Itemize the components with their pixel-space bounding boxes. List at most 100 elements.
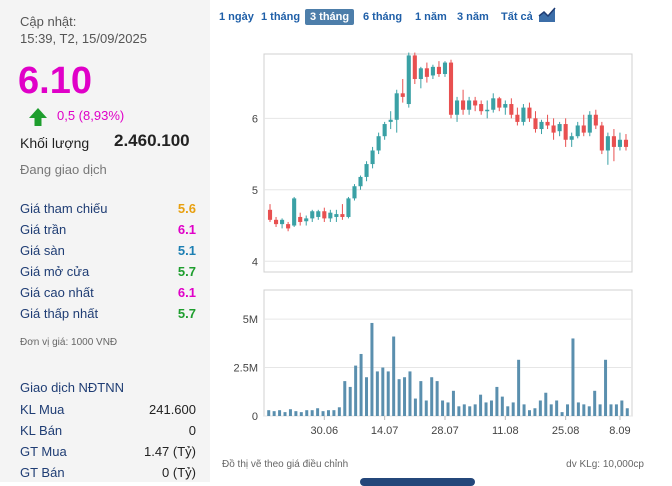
volume-bar — [495, 386, 499, 416]
candle-body — [382, 124, 387, 137]
candle-body — [358, 176, 363, 187]
foreign-row-value: 0 — [188, 423, 196, 438]
candle-body — [352, 186, 357, 199]
volume-bar — [544, 392, 548, 416]
price-row-value: 5.7 — [177, 306, 196, 321]
foreign-row-label: KL Bán — [20, 423, 63, 438]
volume-bar — [555, 400, 559, 416]
price-change: 0,5 (8,93%) — [57, 108, 125, 123]
candle-body — [527, 107, 532, 119]
price-tick-label: 6 — [252, 113, 258, 125]
x-tick-label: 30.06 — [311, 425, 339, 437]
chart-type-icon[interactable] — [538, 7, 556, 23]
foreign-row-value: 1.47 (Tỷ) — [143, 444, 196, 459]
candle-body — [467, 100, 472, 110]
candle-body — [599, 125, 604, 151]
candle-body — [370, 150, 375, 165]
volume-bar — [288, 409, 292, 416]
volume-bar — [566, 404, 570, 416]
candle-body — [286, 224, 291, 229]
foreign-row-value: 241.600 — [149, 402, 196, 417]
candle-body — [406, 55, 411, 105]
candle-body — [280, 219, 285, 225]
volume-bar — [462, 404, 466, 416]
price-row-value: 6.1 — [177, 222, 196, 237]
tab-3-months[interactable]: 3 tháng — [305, 9, 355, 25]
candle-body — [623, 139, 629, 147]
candle-body — [376, 136, 381, 151]
candle-body — [273, 219, 279, 225]
volume-bar — [560, 412, 564, 416]
chart-note-volume-unit: dv KLg: 10,000cp — [566, 459, 644, 470]
x-tick-label: 25.08 — [552, 425, 580, 437]
x-tick-label: 28.07 — [431, 425, 459, 437]
candle-body — [346, 198, 351, 217]
tab-6-months[interactable]: 6 tháng — [358, 9, 407, 25]
candle-body — [442, 62, 448, 75]
volume-bar — [278, 410, 282, 416]
volume-bar — [299, 412, 303, 416]
volume-bar — [435, 381, 439, 416]
price-panel: 4 5 6 — [252, 52, 633, 273]
candle-body — [581, 125, 586, 133]
candle-body — [267, 209, 273, 220]
volume-bar — [604, 359, 608, 416]
candle-body — [310, 211, 315, 219]
volume-bar — [392, 336, 396, 416]
volume-bar — [538, 400, 542, 416]
foreign-row-label: GT Mua — [20, 444, 67, 459]
candle-body — [551, 125, 556, 133]
candle-body — [569, 136, 574, 140]
x-axis: 30.06 14.07 28.07 11.08 25.08 8.09 — [311, 416, 631, 437]
candle-body — [563, 124, 568, 140]
candle-body — [400, 93, 405, 97]
price-row-label: Giá mở cửa — [20, 264, 90, 279]
current-price: 6.10 — [18, 60, 92, 102]
price-row-label: Giá cao nhất — [20, 285, 94, 300]
volume-value: 2.460.100 — [114, 131, 190, 150]
volume-bar — [337, 407, 341, 416]
price-tick-label: 5 — [252, 185, 258, 197]
candle-body — [521, 107, 526, 122]
volume-bar — [272, 411, 276, 416]
volume-bar — [571, 338, 575, 416]
volume-bar — [527, 410, 531, 416]
volume-bar — [359, 353, 363, 416]
tab-1-year[interactable]: 1 năm — [410, 9, 452, 25]
candle-body — [412, 55, 417, 80]
candle-body — [617, 139, 623, 147]
volume-bar — [332, 410, 336, 416]
volume-bar — [598, 404, 602, 416]
volume-bar — [468, 406, 472, 416]
candle-body — [304, 218, 309, 222]
volume-panel: 0 2.5M 5M — [234, 289, 633, 423]
volume-tick-label: 2.5M — [234, 363, 258, 375]
price-chart: 4 5 6 0 2.5M 5M 30.06 14.07 28.07 11.08 25.08 8.0… — [234, 52, 633, 437]
price-row-label: Giá tham chiếu — [20, 201, 108, 216]
candle-body — [322, 211, 327, 219]
volume-bar — [381, 367, 385, 416]
volume-bar — [587, 406, 591, 416]
volume-bar — [517, 359, 521, 416]
candle-body — [298, 216, 303, 222]
bottom-bar — [360, 478, 475, 486]
candle-body — [515, 114, 520, 122]
candle-body — [292, 198, 297, 226]
volume-bar — [609, 404, 613, 416]
volume-bar — [582, 404, 586, 416]
candle-body — [587, 114, 592, 133]
volume-bar — [479, 394, 483, 416]
tab-1-month[interactable]: 1 tháng — [256, 9, 305, 25]
trading-status: Đang giao dịch — [20, 162, 107, 177]
volume-bar — [326, 410, 330, 416]
volume-tick-label: 0 — [252, 411, 258, 423]
candle-body — [430, 66, 435, 76]
candle-body — [394, 93, 399, 120]
price-row-label: Giá thấp nhất — [20, 306, 99, 321]
volume-bar — [533, 408, 537, 416]
tab-1-day[interactable]: 1 ngày — [214, 9, 259, 25]
tab-all[interactable]: Tất cả — [496, 9, 538, 25]
volume-bar — [348, 386, 352, 416]
tab-3-years[interactable]: 3 năm — [452, 9, 494, 25]
volume-bar — [614, 404, 618, 416]
